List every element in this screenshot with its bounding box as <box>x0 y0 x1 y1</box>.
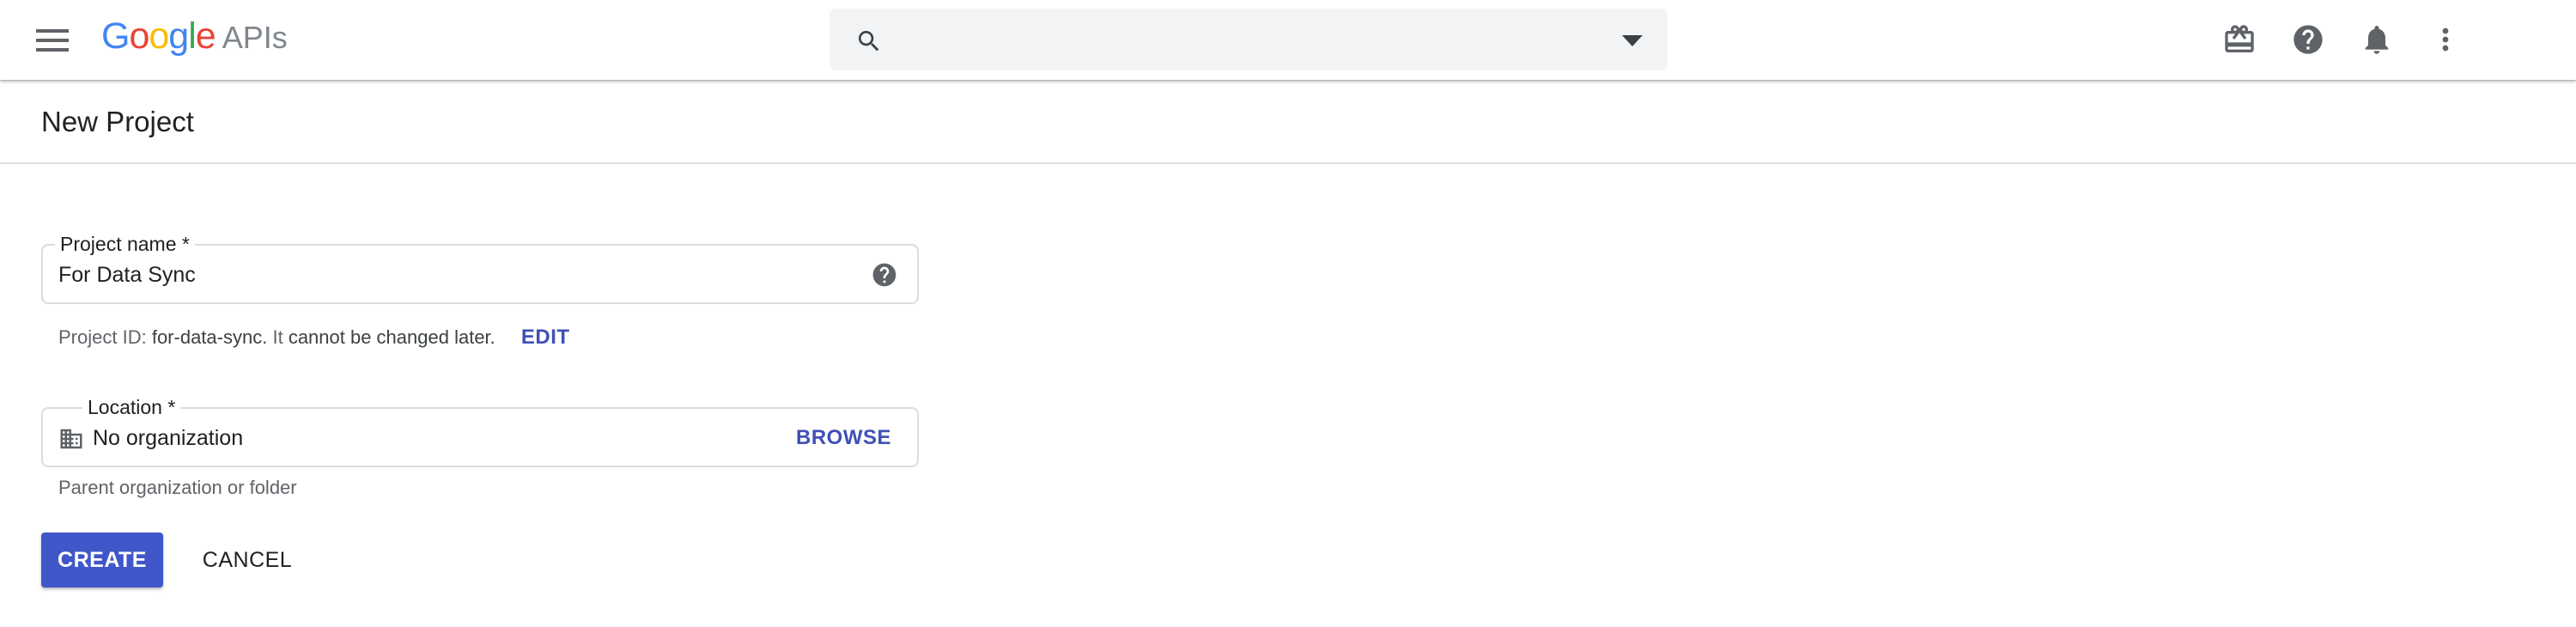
create-button[interactable]: CREATE <box>41 533 163 587</box>
location-hint: Parent organization or folder <box>58 477 297 498</box>
gift-icon[interactable] <box>2222 22 2257 57</box>
search-icon <box>855 27 883 55</box>
edit-project-id-link[interactable]: EDIT <box>521 326 570 349</box>
location-value: No organization <box>93 426 244 450</box>
google-wordmark: Google <box>101 15 216 57</box>
project-id-value: for-data-sync. <box>151 326 268 348</box>
more-vert-icon[interactable] <box>2428 22 2463 57</box>
search-input[interactable] <box>903 21 1577 60</box>
product-name: APIs <box>222 20 288 55</box>
dropdown-arrow-icon[interactable] <box>1619 31 1645 50</box>
help-icon[interactable] <box>871 261 898 289</box>
location-field[interactable]: Location * No organization BROWSE <box>41 395 919 467</box>
project-id-warning: cannot be changed later. <box>288 326 495 348</box>
cancel-button[interactable]: CANCEL <box>191 533 304 587</box>
browse-button[interactable]: BROWSE <box>796 424 891 452</box>
menu-icon[interactable] <box>33 22 72 58</box>
top-app-bar: Google APIs <box>0 0 2576 80</box>
project-id-hint: Project ID: for-data-sync. It cannot be … <box>58 326 570 350</box>
help-icon[interactable] <box>2291 22 2325 57</box>
project-name-field[interactable]: Project name * For Data Sync <box>41 232 919 304</box>
page-title: New Project <box>41 106 194 137</box>
project-id-prefix: Project ID: <box>58 326 147 348</box>
organization-building-icon <box>58 426 84 452</box>
search-bar[interactable] <box>829 9 1668 70</box>
notifications-bell-icon[interactable] <box>2360 22 2394 57</box>
header-divider <box>0 162 2576 164</box>
google-apis-logo[interactable]: Google APIs <box>101 15 288 58</box>
project-id-middle: It <box>272 326 283 348</box>
location-label: Location * <box>82 395 181 419</box>
project-name-label: Project name * <box>55 232 195 256</box>
project-name-input[interactable]: For Data Sync <box>58 261 196 289</box>
